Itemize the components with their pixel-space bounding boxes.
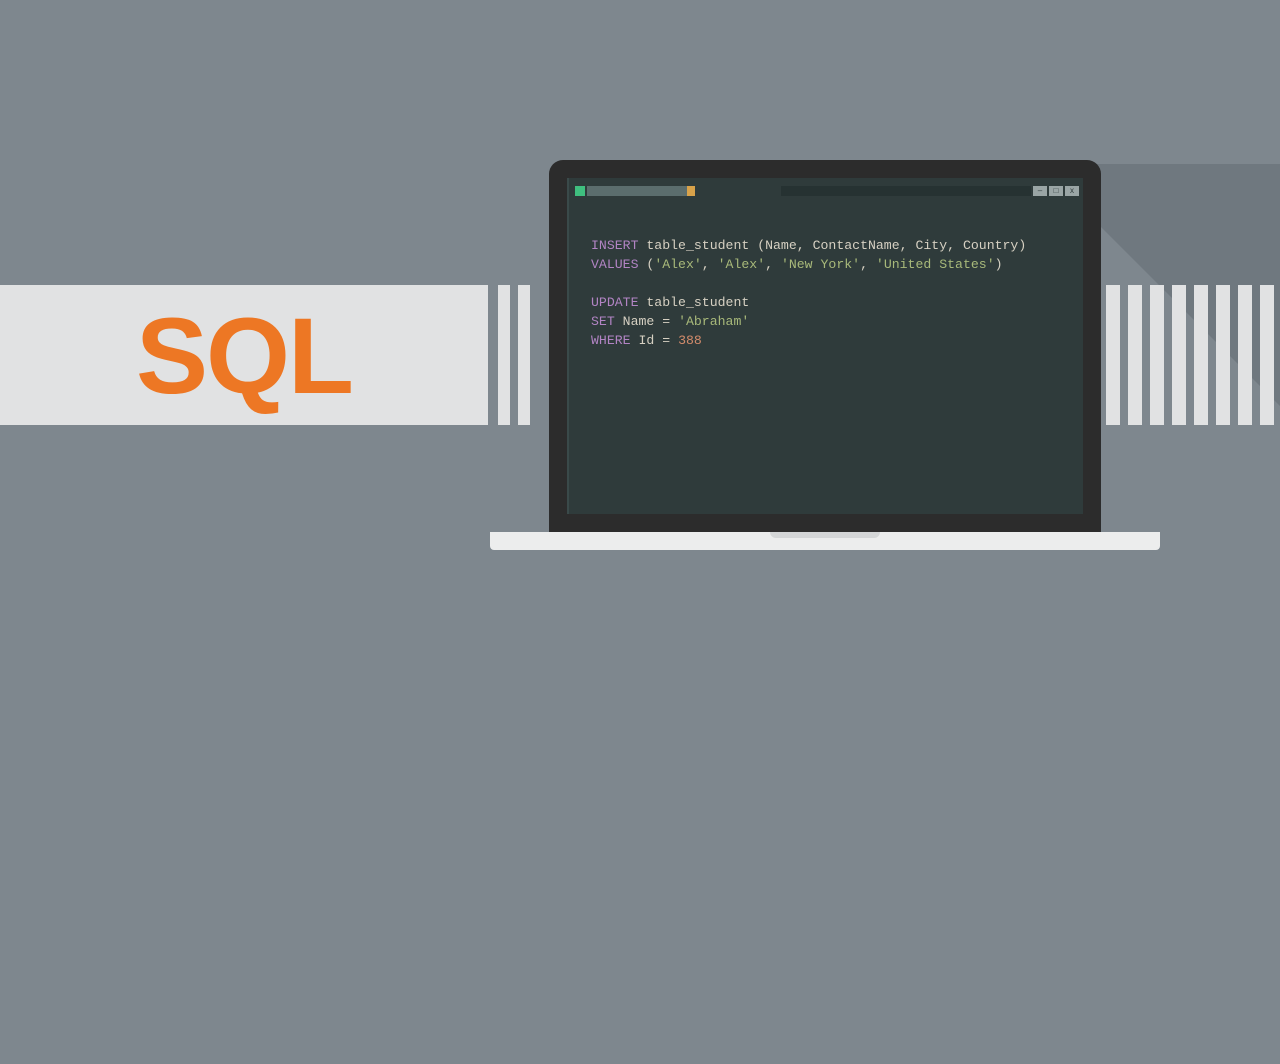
code-text: (: [638, 257, 654, 272]
sql-keyword: INSERT: [591, 238, 638, 253]
stripe: [1194, 285, 1208, 425]
code-text: table_student: [638, 295, 749, 310]
sql-keyword: VALUES: [591, 257, 638, 272]
sql-banner: SQL: [0, 285, 488, 425]
stripe: [1260, 285, 1274, 425]
stripe: [1216, 285, 1230, 425]
string-literal: 'Alex': [654, 257, 701, 272]
code-text: ,: [765, 257, 781, 272]
sql-keyword: UPDATE: [591, 295, 638, 310]
sql-keyword: WHERE: [591, 333, 631, 348]
titlebar-tab: [587, 186, 687, 196]
titlebar-tab-accent: [687, 186, 695, 196]
string-literal: 'Abraham': [678, 314, 749, 329]
code-text: ,: [702, 257, 718, 272]
window-minimize-button[interactable]: –: [1033, 186, 1047, 196]
screen-bezel: – □ x INSERT table_student (Name, Contac…: [549, 160, 1101, 532]
code-text: Name =: [615, 314, 678, 329]
number-literal: 388: [678, 333, 702, 348]
terminal-window: – □ x INSERT table_student (Name, Contac…: [567, 178, 1083, 514]
string-literal: 'New York': [781, 257, 860, 272]
code-block: INSERT table_student (Name, ContactName,…: [591, 236, 1026, 350]
code-text: ,: [860, 257, 876, 272]
window-close-button[interactable]: x: [1065, 186, 1079, 196]
window-maximize-button[interactable]: □: [1049, 186, 1063, 196]
titlebar-active-indicator: [575, 186, 585, 196]
stripe: [1172, 285, 1186, 425]
stripe: [1238, 285, 1252, 425]
code-text: Id =: [631, 333, 678, 348]
titlebar-path-strip: [781, 186, 1031, 196]
code-text: table_student (Name, ContactName, City, …: [638, 238, 1026, 253]
sql-label: SQL: [136, 293, 352, 418]
laptop-base: [490, 532, 1160, 550]
string-literal: 'United States': [876, 257, 995, 272]
code-text: ): [995, 257, 1003, 272]
laptop: – □ x INSERT table_student (Name, Contac…: [490, 160, 1160, 550]
terminal-titlebar: – □ x: [569, 182, 1083, 198]
string-literal: 'Alex': [718, 257, 765, 272]
sql-keyword: SET: [591, 314, 615, 329]
